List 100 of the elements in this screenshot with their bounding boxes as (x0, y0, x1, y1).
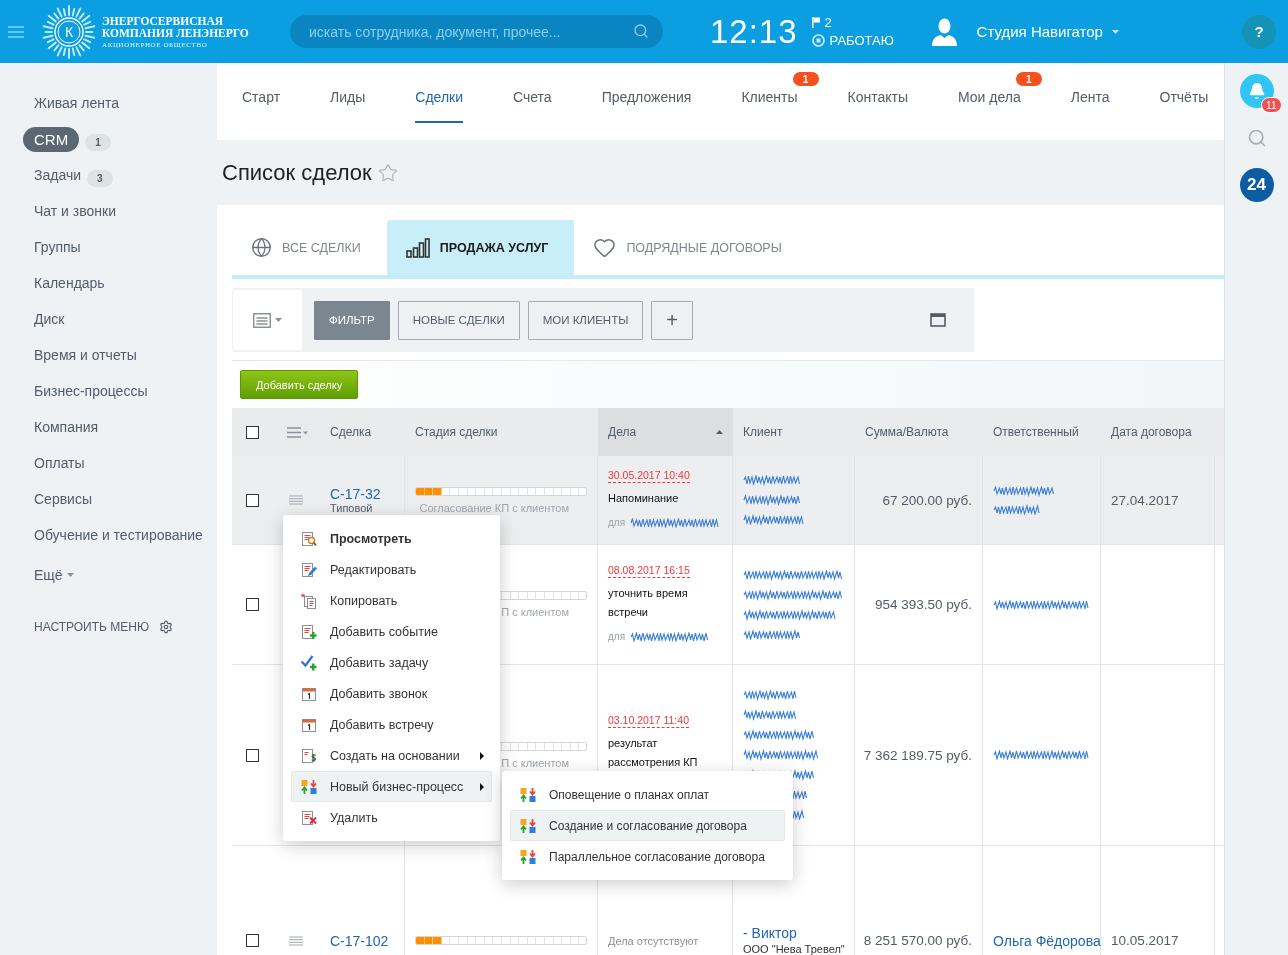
column-header[interactable]: Дата договора (1101, 408, 1215, 456)
sidebar-item[interactable]: Оплаты (34, 455, 85, 471)
nav-tab[interactable]: Счета (513, 73, 552, 123)
column-header[interactable]: Ответственный (983, 408, 1101, 456)
sidebar-item[interactable]: Чат и звонки (34, 203, 116, 219)
sidebar-item[interactable]: Группы (34, 239, 81, 255)
search-icon[interactable] (633, 23, 649, 39)
settings-icon (159, 620, 174, 634)
activity-text: результат рассмотрения КП (608, 736, 699, 770)
star-icon[interactable] (377, 162, 398, 183)
filter-button[interactable]: ФИЛЬТР (314, 300, 390, 340)
colored-arrows-icon (520, 848, 536, 865)
responsible-link[interactable]: Ольга Фёдорова (993, 931, 1101, 950)
menu-icon[interactable] (8, 25, 24, 38)
document-cross-icon (301, 809, 317, 826)
submenu-arrow-icon (480, 751, 484, 760)
row-checkbox[interactable] (246, 934, 259, 947)
heart-icon (593, 236, 617, 259)
sidebar-item[interactable]: Живая лента (34, 95, 119, 111)
nav-tab[interactable]: Лиды (330, 73, 366, 123)
caret-icon (716, 430, 723, 434)
sidebar-item[interactable]: Календарь (34, 275, 105, 291)
row-checkbox[interactable] (246, 748, 259, 762)
document-plus-icon (301, 623, 317, 640)
sidebar-item[interactable]: Ещё (34, 567, 74, 583)
sidebar-item[interactable]: Бизнес-процессы (34, 383, 148, 399)
notifications-button[interactable] (1239, 74, 1274, 108)
copy-documents-icon (301, 592, 317, 609)
amount-text: 7 362 189.75 руб. (863, 747, 972, 763)
menu-item[interactable]: Добавить встречу (291, 709, 492, 740)
nav-tab[interactable]: Контакты (847, 73, 908, 123)
category-tab[interactable]: ПОДРЯДНЫЕ ДОГОВОРЫ (574, 220, 808, 275)
menu-item[interactable]: Удалить (291, 802, 492, 833)
sidebar-item[interactable]: Обучение и тестирование (34, 527, 203, 543)
caret-icon (1111, 29, 1119, 34)
document-magnifier-icon (301, 530, 317, 547)
select-all-checkbox[interactable] (246, 425, 259, 439)
menu-item[interactable]: Создание и согласование договора (510, 810, 785, 841)
column-header[interactable]: Клиент (733, 408, 855, 456)
deal-link[interactable]: С-17-102 (330, 932, 389, 949)
filter-button[interactable]: + (651, 300, 694, 340)
counter-badge: 1 (1015, 72, 1042, 86)
scribbled-name-drawing (993, 485, 1055, 515)
menu-item[interactable]: Добавить задачу (291, 647, 492, 678)
filter-button[interactable]: НОВЫЕ СДЕЛКИ (397, 300, 520, 340)
nav-tab[interactable]: Старт (242, 73, 281, 123)
bell-icon (1247, 82, 1266, 100)
nav-tab[interactable]: Сделки (415, 73, 463, 123)
sidebar-item[interactable]: CRM (23, 126, 80, 152)
scribbled-name-drawing (743, 475, 805, 525)
colored-arrows-icon (520, 786, 536, 803)
counter-badge: 1 (85, 133, 111, 151)
configure-menu-link[interactable]: НАСТРОИТЬ МЕНЮ (34, 620, 174, 634)
menu-item[interactable]: Копировать (291, 585, 492, 616)
counter-badge: 11 (1261, 97, 1282, 113)
circle-button[interactable]: 24 (1239, 168, 1274, 202)
column-header[interactable]: Стадия сделки (405, 408, 598, 456)
category-tab[interactable]: ПРОДАЖА УСЛУГ (386, 220, 575, 275)
counter-badge: 3 (87, 169, 113, 187)
amount-text: 954 393.50 руб. (874, 597, 972, 612)
sidebar-item[interactable]: Задачи (34, 167, 81, 183)
window-icon[interactable] (930, 313, 946, 327)
search-field[interactable]: искать сотрудника, документ, прочее... (290, 15, 663, 48)
nav-tab[interactable]: Отчёты (1159, 73, 1209, 123)
menu-item[interactable]: Просмотреть (291, 523, 492, 554)
menu-item[interactable]: Создать на основании (291, 740, 492, 771)
contract-date: 27.04.2017 (1111, 492, 1179, 508)
due-date-link[interactable]: 08.08.2017 16:15 (608, 563, 690, 578)
sidebar-item[interactable]: Сервисы (34, 491, 92, 507)
client-link[interactable]: - Виктор (743, 924, 797, 942)
sidebar-item[interactable]: Диск (34, 311, 65, 327)
filter-button[interactable]: МОИ КЛИЕНТЫ (527, 300, 644, 340)
search-icon[interactable] (1246, 128, 1267, 148)
category-tab[interactable]: ВСЕ СДЕЛКИ (232, 220, 387, 275)
menu-item[interactable]: Добавить событие (291, 616, 492, 647)
due-date-link[interactable]: 30.05.2017 10:40 (608, 468, 690, 483)
user-silhouette-icon (931, 17, 957, 46)
menu-item[interactable]: Параллельное согласование договора (510, 841, 785, 872)
activity-text: уточнить время встречи (608, 585, 689, 620)
column-header[interactable]: Дела (598, 408, 733, 456)
view-selector-button[interactable] (233, 290, 302, 350)
deal-link[interactable]: С-17-32 (330, 486, 381, 502)
nav-tab[interactable]: Предложения (601, 73, 692, 123)
sidebar-item[interactable]: Компания (34, 419, 99, 435)
column-header[interactable]: Сделка (318, 408, 405, 456)
menu-item[interactable]: Новый бизнес-процесс (291, 771, 492, 802)
row-menu-icon[interactable] (289, 495, 303, 505)
list-menu-icon[interactable] (287, 426, 308, 438)
nav-tab[interactable]: Лента (1070, 73, 1110, 123)
menu-item[interactable]: Оповещение о планах оплат (510, 779, 785, 810)
due-date-link[interactable]: 03.10.2017 11:40 (608, 714, 689, 728)
menu-item[interactable]: Редактировать (291, 554, 492, 585)
menu-item[interactable]: Добавить звонок (291, 678, 492, 709)
help-button[interactable]: ? (1242, 14, 1276, 49)
row-checkbox[interactable] (246, 493, 259, 507)
column-header[interactable]: Сумма/Валюта (855, 408, 983, 456)
row-checkbox[interactable] (246, 598, 259, 611)
sidebar-item[interactable]: Время и отчеты (34, 347, 137, 363)
calendar-icon (301, 716, 317, 733)
row-menu-icon[interactable] (289, 935, 303, 946)
